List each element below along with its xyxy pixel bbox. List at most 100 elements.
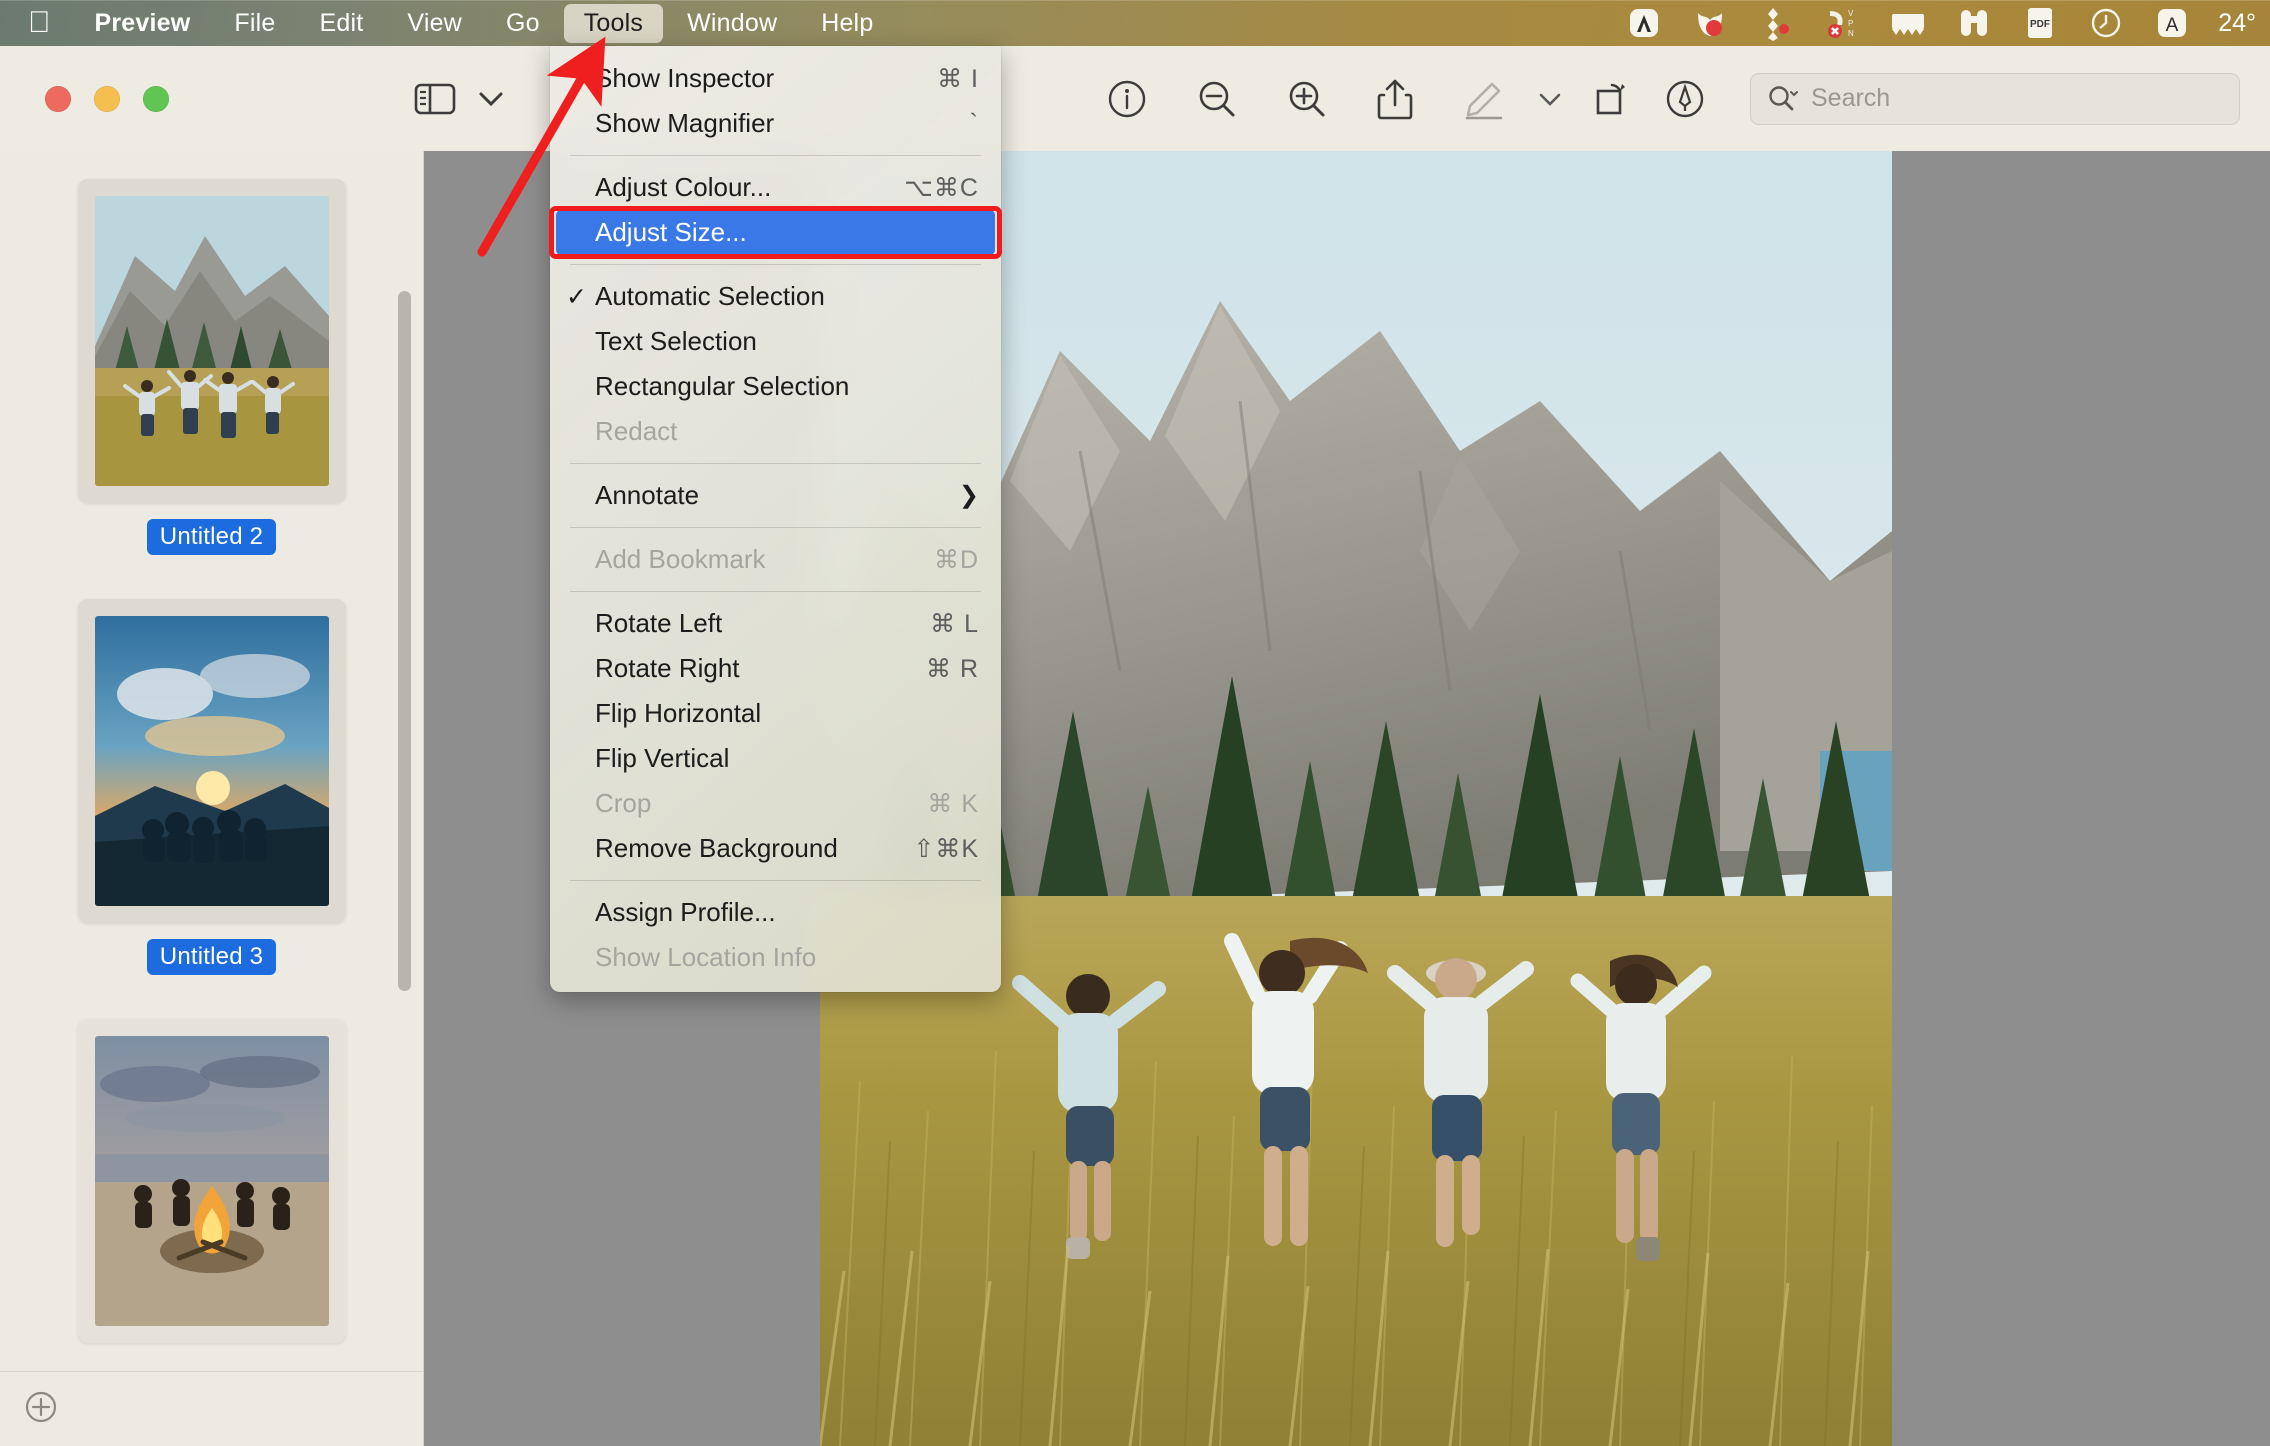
- thumbnail-label[interactable]: Untitled 2: [146, 519, 277, 555]
- menu-item-shortcut: ⌘ I: [937, 64, 979, 93]
- menu-item-rectangular-selection[interactable]: Rectangular Selection: [550, 364, 1001, 409]
- menu-item-label: Show Location Info: [595, 942, 817, 972]
- menu-bar-item-go[interactable]: Go: [486, 4, 560, 43]
- menu-separator: [570, 155, 981, 156]
- menu-bar-item-help[interactable]: Help: [801, 4, 893, 43]
- menu-item-label: Flip Horizontal: [595, 698, 762, 728]
- menu-item-text-selection[interactable]: Text Selection: [550, 319, 1001, 364]
- sidebar-controls: [414, 82, 504, 116]
- sidebar-scrollbar[interactable]: [398, 291, 411, 991]
- thumbnail-card[interactable]: [77, 599, 346, 923]
- thumbnail-image-friends-running-meadow-mountain: [94, 196, 329, 486]
- menu-bar-item-edit[interactable]: Edit: [300, 4, 384, 43]
- apple-logo-icon[interactable]: : [28, 8, 51, 38]
- menu-item-shortcut: ⌘ K: [927, 789, 979, 818]
- clock-history-icon[interactable]: [2086, 0, 2126, 46]
- menu-separator: [570, 264, 981, 265]
- menu-bar-item-file[interactable]: File: [214, 4, 295, 43]
- share-icon[interactable]: [1376, 77, 1414, 121]
- menu-item-label: Crop: [595, 788, 652, 818]
- vpn-off-icon[interactable]: VPN: [1822, 0, 1862, 46]
- menu-item-label: Redact: [595, 416, 678, 446]
- search-field[interactable]: Search: [1750, 72, 2240, 125]
- submenu-chevron-right-icon: ❯: [958, 482, 979, 509]
- rotate-right-icon[interactable]: [1592, 78, 1634, 120]
- zoom-button[interactable]: [143, 85, 169, 112]
- search-icon: [1769, 85, 1798, 110]
- menu-item-label: Add Bookmark: [595, 544, 766, 574]
- menu-item-redact: Redact: [550, 409, 1001, 454]
- menu-separator: [570, 591, 981, 592]
- menu-item-adjust-colour[interactable]: Adjust Colour... ⌥⌘C: [550, 165, 1001, 210]
- menu-item-label: Assign Profile...: [595, 897, 776, 927]
- menu-item-adjust-size[interactable]: Adjust Size...: [556, 210, 995, 255]
- search-placeholder: Search: [1811, 84, 1891, 112]
- svg-text:N: N: [1848, 29, 1854, 38]
- menu-item-add-bookmark: Add Bookmark ⌘D: [550, 537, 1001, 582]
- sidebar-toggle-icon[interactable]: [414, 82, 456, 116]
- pdf-icon[interactable]: PDF: [2020, 0, 2060, 46]
- lambda-app-icon[interactable]: [1624, 0, 1664, 46]
- info-icon[interactable]: [1106, 78, 1148, 120]
- chevron-down-icon[interactable]: [478, 90, 504, 108]
- menu-item-label: Show Inspector: [595, 63, 775, 93]
- menu-item-flip-horizontal[interactable]: Flip Horizontal: [550, 691, 1001, 736]
- list-item[interactable]: [0, 1019, 423, 1343]
- menu-bar-status-area: VPN PDF A 24°: [1624, 0, 2270, 46]
- menu-item-automatic-selection[interactable]: ✓ Automatic Selection: [550, 274, 1001, 319]
- minimize-button[interactable]: [94, 85, 120, 112]
- menu-separator: [570, 880, 981, 881]
- binoculars-icon[interactable]: [1954, 0, 1994, 46]
- thumbnail-label[interactable]: Untitled 3: [146, 939, 277, 975]
- menu-separator: [570, 463, 981, 464]
- zoom-in-icon[interactable]: [1286, 78, 1328, 120]
- menu-separator: [570, 527, 981, 528]
- annotate-icon[interactable]: [1664, 78, 1706, 120]
- diamonds-app-icon[interactable]: [1756, 0, 1796, 46]
- toolbar-center-group: [1106, 77, 1414, 121]
- menu-item-show-inspector[interactable]: Show Inspector ⌘ I: [550, 56, 1001, 101]
- thumbnail-card[interactable]: [77, 179, 346, 503]
- window-toolbar: Search: [0, 46, 2270, 151]
- menu-item-shortcut: ⌘D: [933, 545, 979, 574]
- svg-text:PDF: PDF: [2030, 19, 2050, 30]
- menu-bar-item-view[interactable]: View: [387, 4, 482, 43]
- tools-dropdown-menu[interactable]: Show Inspector ⌘ I Show Magnifier ` Adjust C…: [550, 46, 1001, 992]
- menu-bar-items: Preview File Edit View Go Tools Window Help: [73, 3, 896, 43]
- menu-item-rotate-right[interactable]: Rotate Right ⌘ R: [550, 646, 1001, 691]
- list-item[interactable]: Untitled 2: [0, 179, 423, 555]
- list-item[interactable]: Untitled 3: [0, 599, 423, 975]
- menu-item-flip-vertical[interactable]: Flip Vertical: [550, 736, 1001, 781]
- menu-bar-item-window[interactable]: Window: [667, 4, 797, 43]
- svg-text:P: P: [1848, 19, 1853, 28]
- tulip-app-icon[interactable]: [1690, 0, 1730, 46]
- menu-bar-item-preview[interactable]: Preview: [75, 4, 211, 43]
- menu-item-remove-background[interactable]: Remove Background ⇧⌘K: [550, 826, 1001, 871]
- menu-item-label: Rotate Left: [595, 608, 723, 638]
- add-page-icon[interactable]: [20, 1386, 62, 1433]
- waveform-icon[interactable]: [1888, 0, 1928, 46]
- menu-item-shortcut: ⌘ L: [930, 609, 979, 638]
- input-source-a-icon[interactable]: A: [2152, 0, 2192, 46]
- thumbnail-card[interactable]: [77, 1019, 346, 1343]
- close-button[interactable]: [45, 85, 71, 112]
- zoom-out-icon[interactable]: [1196, 78, 1238, 120]
- menu-item-annotate[interactable]: Annotate ❯: [550, 473, 1001, 518]
- menu-item-shortcut: ⇧⌘K: [913, 834, 979, 863]
- menu-item-label: Text Selection: [595, 326, 757, 356]
- menu-item-label: Rectangular Selection: [595, 371, 850, 401]
- menu-item-label: Flip Vertical: [595, 743, 730, 773]
- menu-item-show-magnifier[interactable]: Show Magnifier `: [550, 101, 1001, 146]
- markup-pen-icon[interactable]: [1462, 78, 1508, 120]
- menu-item-shortcut: ⌘ R: [926, 654, 979, 683]
- thumbnail-sidebar: Untitled 2 Untitled 3: [0, 151, 424, 1446]
- menu-item-rotate-left[interactable]: Rotate Left ⌘ L: [550, 601, 1001, 646]
- menu-item-label: Adjust Colour...: [595, 172, 772, 202]
- preview-window: Search Untitled 2 Untitled 3: [0, 46, 2270, 1446]
- menu-item-assign-profile[interactable]: Assign Profile...: [550, 890, 1001, 935]
- menu-bar-item-tools[interactable]: Tools: [563, 3, 664, 43]
- menu-item-label: Annotate: [595, 480, 700, 510]
- traffic-lights: [45, 85, 169, 112]
- thumbnail-image-beach-campfire-evening: [94, 1036, 329, 1326]
- markup-chevron-down-icon[interactable]: [1538, 91, 1562, 107]
